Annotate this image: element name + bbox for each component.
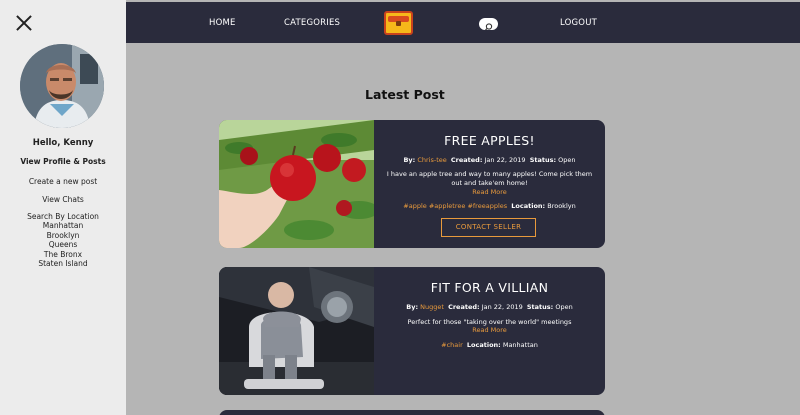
location-list: Manhattan Brooklyn Queens The Bronx Stat… [0,221,126,269]
post-image-apples[interactable] [219,120,379,248]
post-title[interactable]: FREE APPLES! [374,133,605,148]
post-meta: By: Nugget Created: Jan 22, 2019 Status:… [374,303,605,311]
location-the-bronx[interactable]: The Bronx [0,250,126,260]
post-status: Open [558,156,576,164]
post-title[interactable]: FIT FOR A VILLIAN [374,280,605,295]
page-title: Latest Post [365,87,445,102]
location-queens[interactable]: Queens [0,240,126,250]
view-chats-link[interactable]: View Chats [0,195,126,204]
post-body: FREE APPLES! By: Chris-tee Created: Jan … [374,120,605,248]
post-meta: By: Chris-tee Created: Jan 22, 2019 Stat… [374,156,605,164]
post-status: Open [555,303,573,311]
post-tags[interactable]: #chair [441,341,463,349]
location-label: Location: [466,341,501,349]
treasure-chest-logo[interactable] [384,11,413,35]
post-created-date: Jan 22, 2019 [481,303,523,311]
by-label: By: [403,156,416,164]
by-label: By: [406,303,419,311]
search-icon [485,23,493,31]
post-tags[interactable]: #apple #appletree #freeapples [403,202,507,210]
location-label: Location: [511,202,546,210]
top-navbar: HOME CATEGORIES LOGOUT [126,2,800,43]
location-manhattan[interactable]: Manhattan [0,221,126,231]
post-location: Brooklyn [547,202,576,210]
post-author[interactable]: Chris-tee [417,156,446,164]
location-brooklyn[interactable]: Brooklyn [0,231,126,241]
sidebar: Hello, Kenny View Profile & Posts Create… [0,0,126,415]
search-by-location-heading: Search By Location [27,212,99,221]
post-card-partial [219,410,605,415]
status-label: Status: [526,303,554,311]
post-location: Manhattan [502,341,538,349]
post-tags-row: #chair Location: Manhattan [374,341,605,349]
search-button[interactable] [479,18,498,31]
post-image-chair[interactable] [219,267,374,395]
nav-logout[interactable]: LOGOUT [560,18,597,28]
location-staten-island[interactable]: Staten Island [0,259,126,269]
view-profile-link[interactable]: View Profile & Posts [0,157,126,166]
created-label: Created: [448,303,480,311]
post-created-date: Jan 22, 2019 [484,156,526,164]
post-author[interactable]: Nugget [420,303,444,311]
nav-categories[interactable]: CATEGORIES [284,18,340,28]
post-card: FREE APPLES! By: Chris-tee Created: Jan … [219,120,605,248]
created-label: Created: [450,156,483,164]
read-more-link[interactable]: Read More [374,188,605,196]
post-card: FIT FOR A VILLIAN By: Nugget Created: Ja… [219,267,605,395]
contact-seller-button[interactable]: CONTACT SELLER [441,218,536,237]
nav-home[interactable]: HOME [209,18,236,28]
create-post-link[interactable]: Create a new post [0,177,126,186]
post-description: I have an apple tree and way to many app… [386,170,593,187]
greeting: Hello, Kenny [32,138,94,148]
status-label: Status: [529,156,557,164]
post-tags-row: #apple #appletree #freeapples Location: … [374,202,605,210]
close-icon[interactable] [15,14,33,32]
read-more-link[interactable]: Read More [374,326,605,334]
avatar [20,44,104,128]
post-body: FIT FOR A VILLIAN By: Nugget Created: Ja… [374,267,605,395]
